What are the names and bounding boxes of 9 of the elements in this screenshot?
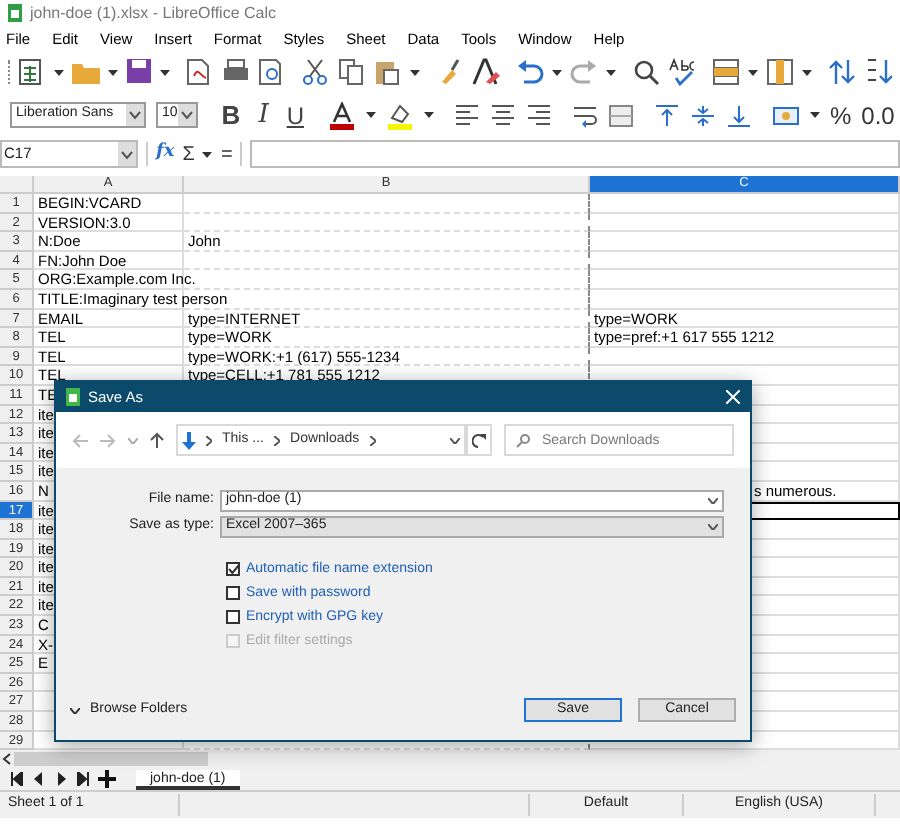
window-title: john-doe (1).xlsx - LibreOffice Calc bbox=[30, 1, 277, 25]
underline-button[interactable]: U bbox=[282, 97, 308, 133]
decimal-button[interactable]: 0.0 bbox=[861, 97, 895, 133]
italic-button[interactable]: I bbox=[254, 95, 273, 135]
sum-button[interactable]: Σ bbox=[182, 139, 195, 169]
equals-button[interactable]: = bbox=[220, 139, 233, 169]
function-wizard-button[interactable]: fx bbox=[156, 140, 175, 168]
percent-button[interactable]: % bbox=[830, 97, 852, 133]
bold-button[interactable]: B bbox=[217, 95, 245, 135]
